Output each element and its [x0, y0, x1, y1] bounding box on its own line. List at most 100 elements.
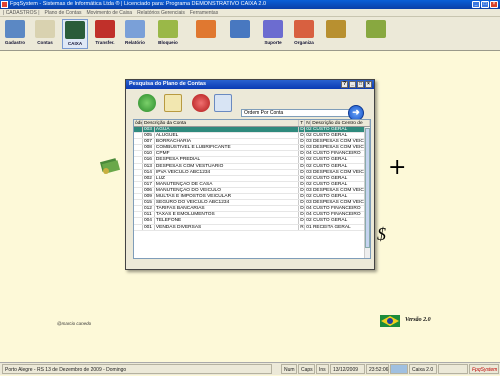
cash-register-icon: [65, 21, 85, 39]
toolbar-button-gadastro[interactable]: Gadastro: [2, 19, 28, 49]
cell-cost-center: 03 DESPESAS COM VEIC: [305, 169, 370, 175]
dialog-title: Pesquisa do Plano de Contas: [129, 81, 207, 87]
status-location: Porto Alegre - RS 13 de Dezembro de 2009…: [2, 364, 272, 374]
menu-plano-de-contas[interactable]: Plano de Contas: [45, 9, 82, 16]
menu-relatorios-gerenciais[interactable]: Relatórios Gerenciais: [137, 9, 185, 16]
toolbar-button-transfer[interactable]: Transfer.: [92, 19, 118, 49]
cell-code: 014: [143, 169, 155, 175]
toolbar-button-caixa[interactable]: CAIXA: [62, 19, 88, 49]
cell-description: LUZ: [155, 175, 300, 181]
cell-description: TAXAS E EMOLUMENTOS: [155, 212, 300, 218]
cell-cost-center: 02 CUSTO GERAL: [305, 181, 370, 187]
maximize-button[interactable]: □: [481, 1, 489, 8]
coin-icon: [326, 20, 346, 38]
cell-cost-center: 02 CUSTO GERAL: [305, 127, 370, 133]
menu-cadastros[interactable]: | CADASTROS |: [3, 9, 40, 16]
toolbar-button-relat-rio[interactable]: Relatório: [122, 19, 148, 49]
cell-marker: [134, 169, 143, 175]
report-icon: [125, 20, 145, 38]
toolbar-button-suporte[interactable]: Suporte: [260, 19, 286, 49]
cell-description: DESPESAS COM VESTUÁRIO: [155, 163, 300, 169]
cell-code: 005: [143, 133, 155, 139]
delete-icon[interactable]: [192, 94, 210, 112]
signature-text: @marcio canedo: [57, 321, 92, 326]
cell-description: MANUTENÇÃO DE CASA: [155, 181, 300, 187]
toolbar-button-coin[interactable]: [323, 19, 349, 49]
cell-cost-center: 02 CUSTO GERAL: [305, 175, 370, 181]
cell-marker: [134, 157, 143, 163]
calculator-icon: [196, 20, 216, 38]
toolbar-button-book[interactable]: [227, 19, 253, 49]
cell-cost-center: 03 DESPESAS COM VEIC: [305, 145, 370, 151]
add-icon[interactable]: [138, 94, 156, 112]
column-header-code[interactable]: ódigo: [134, 120, 143, 126]
plano-de-contas-dialog: Pesquisa do Plano de Contas ? _ □ × Orde…: [125, 79, 375, 270]
cell-cost-center: 03 DESPESAS COM VEIC: [305, 139, 370, 145]
cell-code: 002: [143, 175, 155, 181]
order-select[interactable]: Ordem Por Conta ▼: [241, 109, 361, 117]
minimize-button[interactable]: _: [472, 1, 480, 8]
dollar-symbol-icon: $: [377, 224, 386, 244]
status-ins: Ins: [316, 364, 329, 374]
toolbar-button-label: Gadastro: [4, 40, 26, 45]
cell-marker: [134, 200, 143, 206]
grid-rows: 003 ÁGUA D 02 CUSTO GERAL 005 ALUGUEL D 02 CUST…: [134, 127, 370, 231]
toolbar-button-contas[interactable]: Contas: [32, 19, 58, 49]
cell-description: SEGURO DO VEICULO ABC1234: [155, 200, 300, 206]
cell-cost-center: 03 DESPESAS COM VEIC: [305, 200, 370, 206]
status-bar: Porto Alegre - RS 13 de Dezembro de 2009…: [0, 362, 500, 375]
print-icon[interactable]: [214, 94, 232, 112]
table-row[interactable]: 001 VENDAS DIVERSAS R 01 RECEITA GERAL: [134, 224, 370, 231]
status-app: Caixa 2.0: [409, 364, 437, 374]
plus-symbol-icon: +: [388, 155, 407, 180]
cell-marker: [134, 187, 143, 194]
scrollbar-thumb[interactable]: [365, 128, 370, 248]
toolbar-button-label: Organiza: [294, 40, 314, 45]
cell-description: COMBUSTIVEL E LUBRIFICANTE: [155, 145, 300, 151]
cell-marker: [134, 224, 143, 230]
cell-cost-center: 01 RECEITA GERAL: [305, 224, 370, 230]
cell-description: ÁGUA: [155, 127, 300, 133]
column-header-description[interactable]: Descrição da Conta: [143, 120, 300, 126]
close-button[interactable]: ×: [490, 1, 498, 8]
dialog-maximize-button[interactable]: □: [357, 81, 364, 88]
status-caps: Caps: [298, 364, 315, 374]
toolbar-button-exit[interactable]: [363, 19, 389, 49]
cell-marker: [134, 163, 143, 169]
cell-code: 017: [143, 181, 155, 187]
cell-cost-center: 03 DESPESAS COM VEIC: [305, 187, 370, 194]
cell-marker: [134, 175, 143, 181]
toolbar-button-bloqueio[interactable]: Bloqueio: [155, 19, 181, 49]
column-header-cost-center[interactable]: Descrição do Centro de: [311, 120, 370, 126]
edit-icon[interactable]: [164, 94, 182, 112]
toolbar-button-calculator[interactable]: [193, 19, 219, 49]
dialog-close-button[interactable]: ×: [365, 81, 372, 88]
menu-movimento-de-caixa[interactable]: Movimento de Caixa: [86, 9, 132, 16]
cell-cost-center: 04 CUSTO FINANCEIRO: [305, 206, 370, 212]
exit-icon: [366, 20, 386, 38]
app-icon: [1, 1, 8, 8]
cell-marker: [134, 145, 143, 151]
book-icon: [230, 20, 250, 38]
cell-marker: [134, 206, 143, 212]
cell-code: 001: [143, 224, 155, 230]
accounts-grid: ódigo Descrição da Conta T N Descrição d…: [133, 119, 371, 259]
dialog-minimize-button[interactable]: _: [349, 81, 356, 88]
cell-description: TARIFAS BANCARIAS: [155, 206, 300, 212]
status-brand: FpqSystem: [469, 364, 499, 374]
cell-code: 016: [143, 157, 155, 163]
cell-code: 010: [143, 151, 155, 157]
cell-code: 008: [143, 145, 155, 151]
toolbar-button-organiza[interactable]: Organiza: [291, 19, 317, 49]
lock-icon: [158, 20, 178, 38]
user-icon: [5, 20, 25, 38]
dialog-controls: ? _ □ ×: [341, 81, 372, 88]
grid-scrollbar[interactable]: [364, 127, 370, 258]
order-select-value: Ordem Por Conta: [244, 110, 284, 116]
money-icon: [98, 154, 121, 176]
cell-marker: [134, 151, 143, 157]
cell-marker: [134, 127, 143, 133]
menu-ferramentas[interactable]: Ferramentas: [190, 9, 218, 16]
help-button[interactable]: ?: [341, 81, 348, 88]
cell-marker: [134, 139, 143, 145]
